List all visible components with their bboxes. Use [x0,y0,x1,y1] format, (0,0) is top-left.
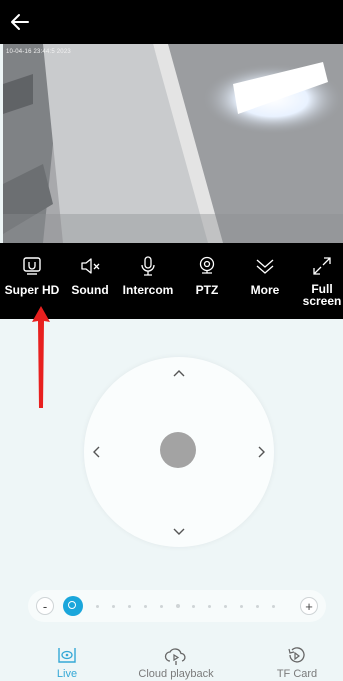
camera-feed-image [3,44,343,243]
ptz-joystick[interactable] [84,357,274,547]
bottom-nav: Live Cloud playback TF Card [0,638,343,681]
intercom-label: Intercom [122,283,174,297]
back-arrow-icon[interactable] [8,10,32,34]
pan-left-icon[interactable] [87,442,107,462]
annotation-arrow-icon [32,306,50,408]
nav-live-label: Live [56,668,78,680]
zoom-slider-thumb[interactable] [63,596,83,616]
super-hd-label: Super HD [4,283,60,297]
slider-tick [96,605,99,608]
joystick-knob[interactable] [160,432,196,468]
intercom-button[interactable]: Intercom [120,255,176,297]
zoom-out-button[interactable]: - [36,597,54,615]
nav-tf-card-label: TF Card [276,668,318,680]
cloud-playback-icon [164,648,186,665]
nav-live[interactable]: Live [22,646,112,680]
microphone-icon [141,256,155,276]
sound-button[interactable]: Sound [62,255,118,297]
slider-tick [272,605,275,608]
fullscreen-icon [313,257,331,275]
tf-card-icon [288,647,305,663]
slider-tick [160,605,163,608]
hd-icon [23,257,41,275]
nav-tf-card[interactable]: TF Card [252,646,342,680]
camera-feed[interactable]: 10-04-16 23:44:5 2023 [3,44,343,243]
slider-tick [224,605,227,608]
ptz-camera-icon [199,256,215,274]
pan-up-icon[interactable] [169,363,189,383]
live-camera-icon [58,648,76,663]
full-screen-label: Full screen [302,282,342,308]
nav-cloud-playback[interactable]: Cloud playback [131,646,221,680]
more-label: More [250,283,280,297]
chevron-down-double-icon [256,259,274,274]
pan-right-icon[interactable] [251,442,271,462]
more-button[interactable]: More [237,255,293,297]
pan-down-icon[interactable] [169,522,189,542]
super-hd-button[interactable]: Super HD [4,255,60,297]
zoom-slider[interactable]: - + [28,590,326,622]
feed-timestamp: 10-04-16 23:44:5 2023 [6,49,71,55]
slider-tick [208,605,211,608]
slider-tick [144,605,147,608]
ptz-label: PTZ [195,283,219,297]
slider-tick [176,604,180,608]
top-bar [0,0,343,44]
slider-tick [128,605,131,608]
slider-tick [112,605,115,608]
sound-label: Sound [71,283,109,297]
slider-tick [192,605,195,608]
slider-tick [256,605,259,608]
nav-cloud-playback-label: Cloud playback [138,668,214,680]
full-screen-button[interactable]: Full screen [294,255,343,307]
slider-tick [240,605,243,608]
speaker-muted-icon [81,258,100,274]
zoom-in-button[interactable]: + [300,597,318,615]
ptz-button[interactable]: PTZ [179,255,235,297]
